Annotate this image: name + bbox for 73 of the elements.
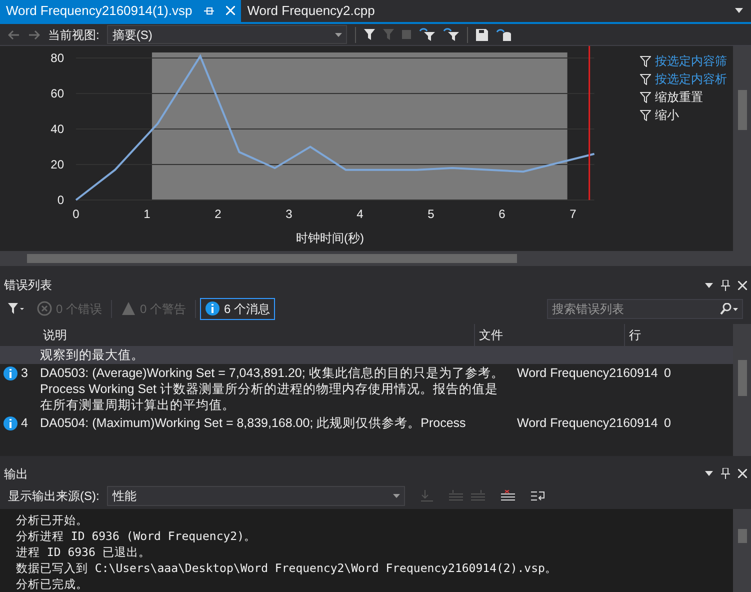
panel-title: 错误列表 (4, 277, 53, 294)
filter-icon (640, 110, 651, 121)
clear-all-icon[interactable] (501, 490, 516, 502)
search-icon (720, 302, 738, 315)
x-tick-label: 6 (498, 207, 506, 222)
caret-icon[interactable] (393, 494, 400, 498)
panel-title: 输出 (4, 466, 29, 482)
filter-icon (640, 74, 651, 85)
output-text: 分析已开始。 分析进程 ID 6936 (Word Frequency2)。 进程 ID 6936 已退出。 数据已写入到 C:\Users\aaa\Desktop\Word Frequency2\Word Frequency2160914(2).vsp。 分析已完成。 (15, 512, 558, 592)
message-text: 观察到的最大值。 (40, 348, 144, 362)
dropdown-icon (705, 283, 713, 288)
filter-icon[interactable] (364, 29, 376, 40)
column-header[interactable]: 说明 (0, 324, 474, 346)
x-tick-label: 1 (144, 207, 150, 222)
message-text: DA0504: (Maximum)Working Set = 8,839,168.00; 此规则仅供参考。Process (40, 416, 466, 430)
y-tick-label: 60 (50, 86, 64, 101)
chart-action-link[interactable]: 按选定内容析 (640, 70, 733, 88)
y-tick-label: 20 (50, 158, 64, 172)
y-tick-label: 80 (50, 51, 64, 66)
info-icon (205, 301, 220, 316)
close-icon[interactable] (738, 280, 747, 290)
x-tick-label: 0 (72, 207, 80, 222)
info-icon (3, 366, 18, 381)
selection-region[interactable] (152, 52, 568, 200)
x-tick-label: 5 (428, 207, 434, 222)
view-dropdown[interactable]: 摘要(S) (107, 25, 348, 44)
line-number: 0 (664, 366, 671, 380)
x-axis-label: 时钟时间(秒) (296, 231, 364, 246)
caret-icon[interactable] (335, 32, 342, 36)
row-number: 3 (21, 366, 28, 380)
filter-icon (640, 92, 651, 103)
save-icon[interactable] (476, 28, 488, 40)
close-icon[interactable] (738, 469, 747, 478)
chart-action-link[interactable]: 缩小 (640, 106, 733, 124)
forward-arrow-icon[interactable] (28, 30, 40, 40)
filter-toggle[interactable]: 6 个消息 (200, 298, 276, 320)
line-number: 0 (664, 416, 671, 430)
horizontal-scrollbar[interactable] (0, 251, 751, 266)
dropdown-icon[interactable] (705, 471, 713, 476)
warning-icon (121, 301, 136, 316)
filter-arrow-icon[interactable] (443, 28, 460, 41)
pin-icon[interactable] (721, 468, 730, 479)
output-source-label: 显示输出来源(S): (8, 488, 100, 506)
error-icon (37, 301, 52, 316)
table-row[interactable]: 3 DA0503: (Average)Working Set = 7,043,891.20; 收集此信息的目的只是为了参考。Process Working Set 计数器测量所分析的进程的物理内存使用情况。报告的值是在所有测量周期计算出的平均值。 Word Frequency2160914 0 (0, 364, 733, 414)
pin-icon[interactable] (721, 280, 730, 291)
database-arrow-icon[interactable] (496, 28, 512, 42)
info-icon (3, 416, 18, 431)
vertical-scrollbar[interactable] (733, 324, 751, 456)
x-tick-label: 4 (356, 207, 364, 222)
file-name: Word Frequency2160914 (517, 416, 658, 430)
filter-arrow-icon[interactable] (419, 28, 436, 41)
search-field[interactable]: 搜索错误列表 (547, 298, 743, 319)
filter-icon[interactable] (8, 303, 24, 314)
table-row[interactable]: 观察到的最大值。 (0, 346, 733, 364)
vertical-scrollbar[interactable] (733, 509, 751, 592)
message-text: DA0503: (Average)Working Set = 7,043,891.20; 收集此信息的目的只是为了参考。Process Working Set 计数器测量所分析的进程的物理内存使用情况。报告的值是在所有测量周期计算出的平均值。 (40, 366, 504, 412)
y-tick-label: 0 (57, 193, 64, 208)
output-source-dropdown[interactable]: 性能 (107, 486, 406, 506)
vertical-scrollbar[interactable] (733, 46, 751, 252)
x-tick-label: 2 (214, 207, 222, 222)
tab-list-icon[interactable] (735, 8, 743, 14)
y-tick-label: 40 (50, 122, 64, 136)
row-number: 4 (21, 416, 28, 430)
file-name: Word Frequency2160914 (517, 366, 658, 380)
back-arrow-icon[interactable] (8, 30, 20, 40)
view-label: 当前视图: (48, 26, 100, 44)
chart-action-link[interactable]: 按选定内容筛 (640, 52, 733, 70)
x-tick-label: 7 (570, 207, 576, 222)
x-tick-label: 3 (286, 207, 292, 222)
chart-action-link[interactable]: 缩放重置 (640, 88, 733, 106)
filter-icon (640, 56, 651, 67)
word-wrap-icon[interactable] (531, 490, 546, 502)
